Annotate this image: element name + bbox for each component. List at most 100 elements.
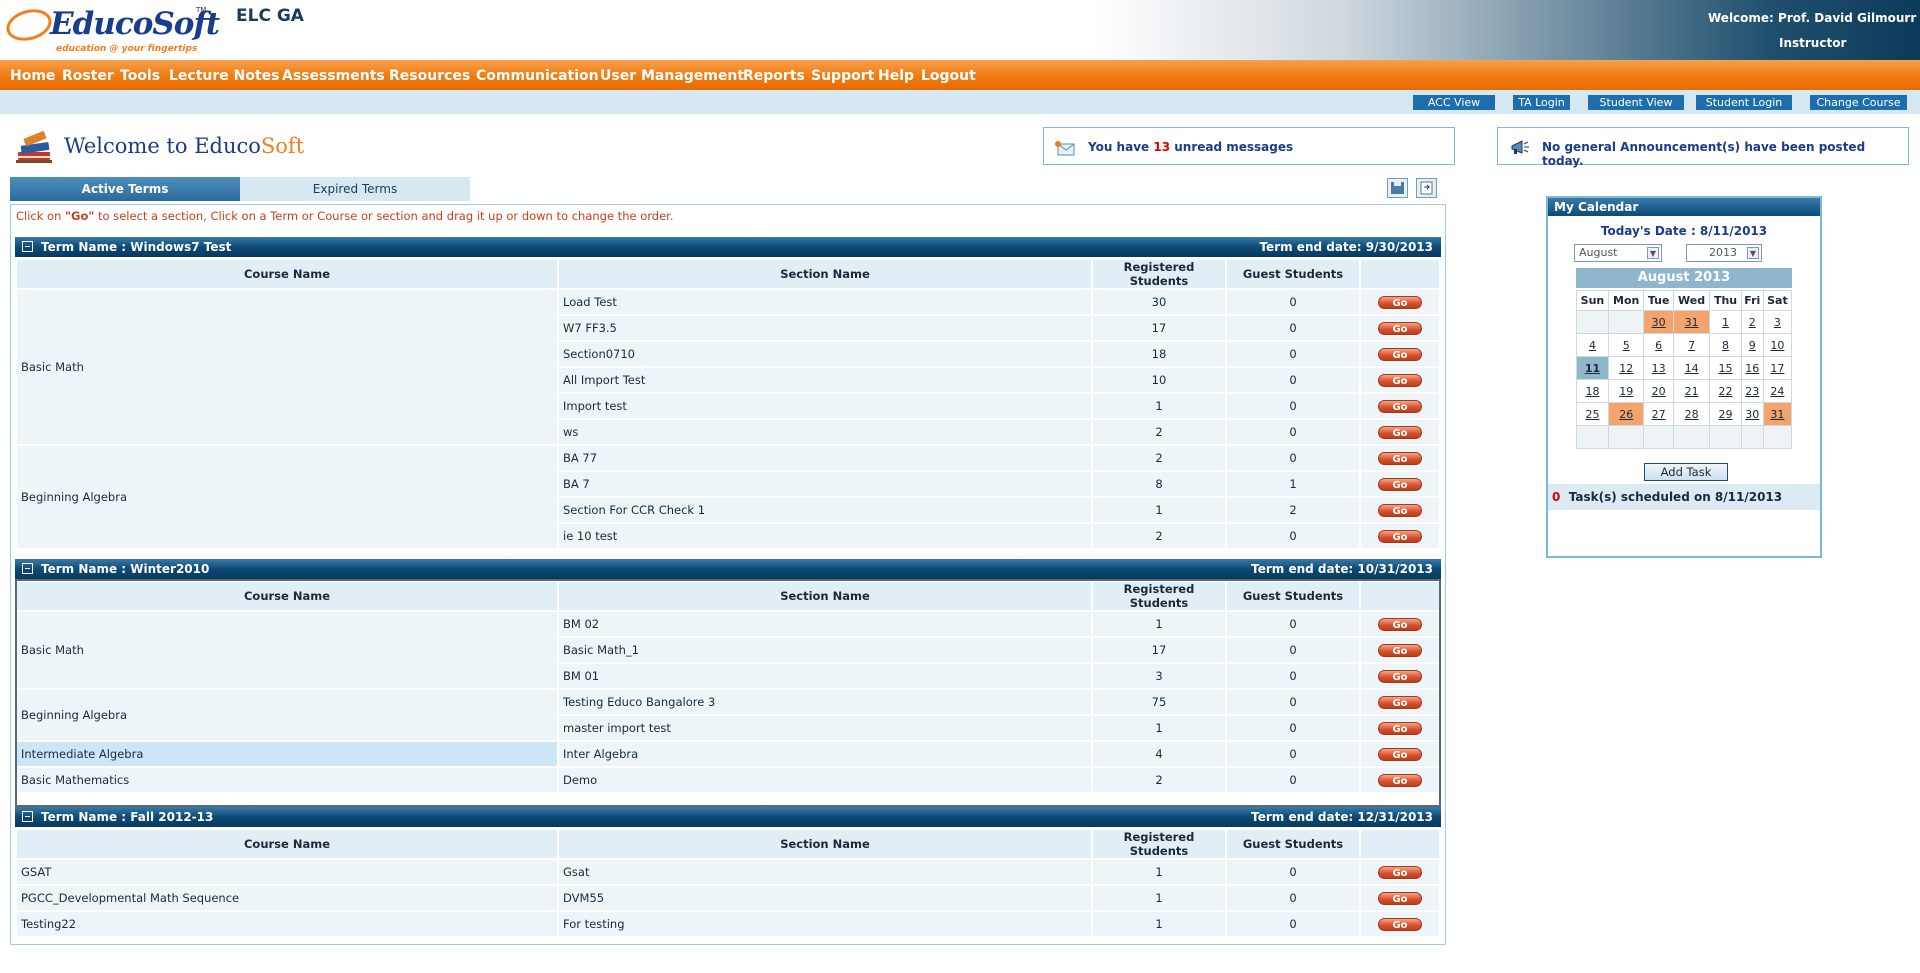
go-button[interactable]: Go xyxy=(1378,374,1422,387)
section-name-cell[interactable]: Load Test xyxy=(559,290,1091,314)
section-name-cell[interactable]: Gsat xyxy=(559,860,1091,884)
go-button[interactable]: Go xyxy=(1378,918,1422,931)
unread-messages-box[interactable]: You have 13 unread messages xyxy=(1043,127,1455,165)
course-name-cell[interactable]: GSAT xyxy=(17,860,557,884)
table-row[interactable]: GSAT Gsat 1 0 Go xyxy=(17,860,1439,884)
save-order-icon[interactable] xyxy=(1387,178,1408,198)
calendar-day[interactable]: 23 xyxy=(1740,379,1764,403)
calendar-day[interactable]: 31 xyxy=(1672,310,1711,334)
calendar-day[interactable]: 22 xyxy=(1709,379,1742,403)
go-button[interactable]: Go xyxy=(1378,644,1422,657)
calendar-day[interactable]: 25 xyxy=(1576,402,1609,426)
go-button[interactable]: Go xyxy=(1378,504,1422,517)
calendar-day[interactable]: 12 xyxy=(1607,356,1645,380)
calendar-day[interactable]: 13 xyxy=(1643,356,1674,380)
year-select[interactable]: 2013 ▼ xyxy=(1686,244,1762,262)
calendar-day[interactable]: 27 xyxy=(1643,402,1674,426)
calendar-day[interactable]: 16 xyxy=(1740,356,1764,380)
reset-order-icon[interactable] xyxy=(1416,178,1437,198)
go-button[interactable]: Go xyxy=(1378,348,1422,361)
calendar-day[interactable]: 2 xyxy=(1740,310,1764,334)
nav-support[interactable]: Support xyxy=(811,68,874,84)
calendar-day[interactable]: 14 xyxy=(1672,356,1711,380)
nav-help[interactable]: Help xyxy=(878,68,914,84)
course-name-cell[interactable]: Basic Mathematics xyxy=(17,768,557,792)
table-row[interactable]: Beginning Algebra BA 77 2 0 Go xyxy=(17,446,1439,548)
course-name-cell[interactable]: Testing22 xyxy=(17,912,557,936)
table-row[interactable]: Testing22 For testing 1 0 Go xyxy=(17,912,1439,936)
student-login-button[interactable]: Student Login xyxy=(1696,95,1792,110)
nav-tools[interactable]: Tools xyxy=(120,68,160,84)
calendar-day[interactable]: 18 xyxy=(1576,379,1609,403)
calendar-day[interactable]: 29 xyxy=(1709,402,1742,426)
calendar-day[interactable]: 15 xyxy=(1709,356,1742,380)
course-name-cell[interactable]: Beginning Algebra xyxy=(17,690,557,740)
section-name-cell[interactable]: Section For CCR Check 1 xyxy=(559,498,1091,522)
table-row[interactable]: Beginning Algebra Testing Educo Bangalore… xyxy=(17,690,1439,740)
go-button[interactable]: Go xyxy=(1378,322,1422,335)
calendar-day[interactable]: 4 xyxy=(1576,333,1609,357)
section-name-cell[interactable]: Demo xyxy=(559,768,1091,792)
calendar-day[interactable]: 31 xyxy=(1762,402,1793,426)
go-button[interactable]: Go xyxy=(1378,478,1422,491)
nav-assessments[interactable]: Assessments xyxy=(282,68,385,84)
student-view-button[interactable]: Student View xyxy=(1588,95,1684,110)
go-button[interactable]: Go xyxy=(1378,426,1422,439)
nav-communication[interactable]: Communication xyxy=(476,68,599,84)
go-button[interactable]: Go xyxy=(1378,530,1422,543)
calendar-day[interactable]: 28 xyxy=(1672,402,1711,426)
section-name-cell[interactable]: master import test xyxy=(559,716,1091,740)
collapse-icon[interactable] xyxy=(22,563,33,574)
change-course-button[interactable]: Change Course xyxy=(1810,95,1907,110)
section-name-cell[interactable]: All Import Test xyxy=(559,368,1091,392)
nav-home[interactable]: Home xyxy=(10,68,55,84)
tab-expired-terms[interactable]: Expired Terms xyxy=(240,177,470,201)
table-row[interactable]: Basic Mathematics Demo 2 0 Go xyxy=(17,768,1439,792)
course-name-cell[interactable]: Beginning Algebra xyxy=(17,446,557,548)
term-header[interactable]: Term Name : Windows7 Test Term end date:… xyxy=(15,237,1441,257)
table-row[interactable]: PGCC_Developmental Math Sequence DVM55 1 0 G… xyxy=(17,886,1439,910)
section-name-cell[interactable]: Basic Math_1 xyxy=(559,638,1091,662)
section-name-cell[interactable]: ws xyxy=(559,420,1091,444)
table-row[interactable]: Basic Math Load Test 30 0 Go xyxy=(17,290,1439,444)
section-name-cell[interactable]: BM 02 xyxy=(559,612,1091,636)
unread-messages-text[interactable]: You have 13 unread messages xyxy=(1088,140,1293,154)
calendar-day[interactable]: 5 xyxy=(1607,333,1645,357)
section-name-cell[interactable]: BM 01 xyxy=(559,664,1091,688)
go-button[interactable]: Go xyxy=(1378,452,1422,465)
table-row[interactable]: Basic Math BM 02 1 0 Go xyxy=(17,612,1439,688)
go-button[interactable]: Go xyxy=(1378,722,1422,735)
nav-user-management[interactable]: User Management xyxy=(600,68,744,84)
course-name-cell[interactable]: Intermediate Algebra xyxy=(17,742,557,766)
calendar-day[interactable]: 30 xyxy=(1643,310,1674,334)
go-button[interactable]: Go xyxy=(1378,696,1422,709)
collapse-icon[interactable] xyxy=(22,811,33,822)
go-button[interactable]: Go xyxy=(1378,400,1422,413)
course-name-cell[interactable]: PGCC_Developmental Math Sequence xyxy=(17,886,557,910)
section-name-cell[interactable]: Inter Algebra xyxy=(559,742,1091,766)
section-name-cell[interactable]: W7 FF3.5 xyxy=(559,316,1091,340)
section-name-cell[interactable]: DVM55 xyxy=(559,886,1091,910)
calendar-day[interactable]: 1 xyxy=(1709,310,1742,334)
go-button[interactable]: Go xyxy=(1378,892,1422,905)
calendar-day[interactable]: 26 xyxy=(1607,402,1645,426)
calendar-day[interactable]: 10 xyxy=(1762,333,1793,357)
go-button[interactable]: Go xyxy=(1378,670,1422,683)
section-name-cell[interactable]: Section0710 xyxy=(559,342,1091,366)
section-name-cell[interactable]: Import test xyxy=(559,394,1091,418)
section-name-cell[interactable]: ie 10 test xyxy=(559,524,1091,548)
acc-view-button[interactable]: ACC View xyxy=(1413,95,1495,110)
go-button[interactable]: Go xyxy=(1378,618,1422,631)
section-name-cell[interactable]: BA 7 xyxy=(559,472,1091,496)
nav-reports[interactable]: Reports xyxy=(743,68,805,84)
calendar-day[interactable]: 21 xyxy=(1672,379,1711,403)
calendar-day[interactable]: 8 xyxy=(1709,333,1742,357)
educosoft-logo[interactable]: EducoSoft TM education @ your fingertips xyxy=(2,4,220,56)
course-name-cell[interactable]: Basic Math xyxy=(17,290,557,444)
calendar-day[interactable]: 9 xyxy=(1740,333,1764,357)
go-button[interactable]: Go xyxy=(1378,774,1422,787)
nav-lecture-notes[interactable]: Lecture Notes xyxy=(169,68,280,84)
nav-logout[interactable]: Logout xyxy=(921,68,976,84)
course-name-cell[interactable]: Basic Math xyxy=(17,612,557,688)
calendar-day[interactable]: 7 xyxy=(1672,333,1711,357)
